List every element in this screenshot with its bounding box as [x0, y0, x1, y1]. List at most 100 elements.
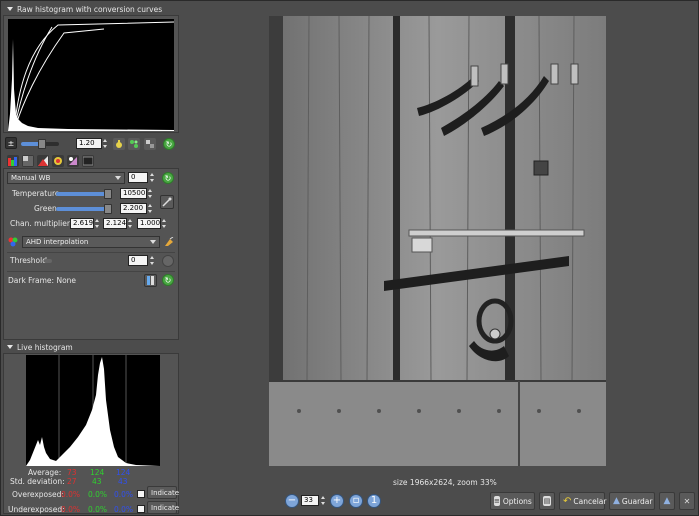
multiplier-green-input[interactable]: 2.124: [103, 218, 127, 229]
threshold-spin-arrows[interactable]: [149, 255, 155, 266]
multiplier-red-input[interactable]: 2.619: [70, 218, 94, 229]
image-preview[interactable]: [269, 16, 606, 466]
exposure-icon: ±: [5, 137, 17, 149]
bottom-toolbar: − 33 + ▫ 1 ≡ Options ▤ ↶ Cancelar ▲ Guar…: [183, 490, 698, 514]
left-panel: Raw histogram with conversion curves ± 1…: [3, 3, 179, 514]
save-label: Guardar: [621, 496, 653, 506]
raw-histogram-panel: [3, 15, 179, 133]
std-green: 43: [92, 477, 102, 486]
zoom-out-icon[interactable]: −: [285, 494, 299, 508]
ufraw-window: Raw histogram with conversion curves ± 1…: [0, 0, 699, 516]
divider: [7, 252, 175, 253]
settings-panel: Manual WB 0 ↻ Temperature 10500 Green 2.…: [3, 168, 179, 340]
cancel-label: Cancelar: [573, 496, 607, 506]
zoom-100-icon[interactable]: 1: [367, 494, 381, 508]
live-histogram-header[interactable]: Live histogram: [3, 341, 179, 353]
wb-reset-icon[interactable]: ↻: [162, 172, 174, 184]
tab-corrections-icon[interactable]: [67, 155, 79, 167]
multiplier-blue-input[interactable]: 1.000: [137, 218, 161, 229]
tab-base-curve-icon[interactable]: [37, 155, 49, 167]
exposure-slider[interactable]: [21, 139, 59, 149]
save-button[interactable]: ▲ Guardar: [609, 492, 655, 510]
delete-icon: ✕: [683, 496, 691, 506]
save-as-button[interactable]: ▤: [539, 492, 555, 510]
tab-exif-icon[interactable]: [82, 155, 94, 167]
interpolation-label: AHD interpolation: [26, 238, 89, 246]
overexposed-indicate-checkbox[interactable]: [137, 490, 145, 498]
load-dark-frame-icon[interactable]: [144, 274, 157, 287]
delete-button[interactable]: ✕: [679, 492, 695, 510]
threshold-label: Threshold: [10, 256, 47, 265]
tab-wb-icon[interactable]: [7, 155, 19, 167]
floppy-icon: ▤: [543, 496, 551, 506]
save-icon: ▲: [613, 496, 620, 506]
raw-histogram-title: Raw histogram with conversion curves: [17, 4, 163, 14]
exposure-reset-icon[interactable]: ↻: [163, 138, 175, 150]
exposure-slider-knob[interactable]: [37, 139, 46, 149]
raw-histogram-header[interactable]: Raw histogram with conversion curves: [3, 3, 179, 15]
raw-histogram-graph: [8, 21, 175, 132]
average-blue: 124: [116, 468, 131, 477]
underexposed-indicate-button[interactable]: Indicate: [147, 501, 179, 514]
cancel-button[interactable]: ↶ Cancelar: [559, 492, 607, 510]
multiplier-red-arrows[interactable]: [94, 218, 100, 229]
multiplier-green-arrows[interactable]: [127, 218, 133, 229]
conversion-curve: [13, 21, 175, 132]
zoom-fit-icon[interactable]: ▫: [349, 494, 363, 508]
door-photo: [269, 16, 606, 466]
undo-arrow-icon: ↶: [563, 495, 572, 507]
options-button[interactable]: ≡ Options: [490, 492, 535, 510]
threshold-input[interactable]: 0: [128, 255, 148, 266]
temperature-input[interactable]: 10500: [120, 188, 147, 199]
tab-grayscale-icon[interactable]: [22, 155, 34, 167]
overexposed-green: 0.0%: [88, 490, 108, 499]
green-slider[interactable]: [56, 204, 113, 214]
underexposed-indicate-checkbox[interactable]: [137, 505, 145, 513]
temperature-spin-arrows[interactable]: [147, 188, 153, 199]
threshold-reset-icon[interactable]: [162, 255, 174, 267]
interpolation-icon: [7, 236, 19, 248]
raw-histogram-canvas: [8, 19, 175, 132]
average-red: 73: [67, 468, 77, 477]
threshold-slider[interactable]: [44, 259, 52, 263]
dark-frame-reset-icon[interactable]: ↻: [162, 274, 174, 286]
temperature-slider[interactable]: [56, 189, 113, 199]
zoom-spin-arrows[interactable]: [320, 495, 326, 506]
green-spin-arrows[interactable]: [147, 203, 153, 214]
spot-wb-picker-icon[interactable]: [160, 195, 174, 209]
tab-color-mgmt-icon[interactable]: [52, 155, 64, 167]
live-histogram-graph: [26, 355, 160, 466]
options-icon: ≡: [494, 496, 500, 506]
restore-details-icon[interactable]: [128, 138, 140, 150]
wb-mode-select[interactable]: Manual WB: [7, 172, 125, 184]
zoom-in-icon[interactable]: +: [330, 494, 344, 508]
clip-highlights-icon[interactable]: [144, 138, 156, 150]
wb-fine-tune-arrows[interactable]: [149, 172, 155, 183]
conversion-curve: [13, 26, 53, 132]
exposure-spin-arrows[interactable]: [102, 138, 108, 149]
overexposed-indicate-button[interactable]: Indicate: [147, 486, 179, 499]
exposure-input[interactable]: 1.20: [76, 138, 102, 149]
smoothing-icon[interactable]: [163, 236, 175, 248]
overexposed-red: 0.0%: [61, 490, 81, 499]
green-input[interactable]: 2.200: [120, 203, 147, 214]
gimp-send-button[interactable]: ▲: [659, 492, 675, 510]
std-red: 27: [67, 477, 77, 486]
auto-exposure-icon[interactable]: [113, 138, 125, 150]
green-slider-fill: [56, 207, 109, 211]
wb-fine-tune-input[interactable]: 0: [128, 172, 148, 183]
live-histogram-title: Live histogram: [17, 342, 73, 352]
raw-histogram-bars: [8, 39, 174, 131]
multiplier-blue-arrows[interactable]: [161, 218, 167, 229]
temperature-slider-knob[interactable]: [104, 189, 113, 199]
live-histogram-panel: Average: 73 124 124 Std. deviation: 27 4…: [3, 353, 179, 514]
underexposed-green: 0.0%: [88, 505, 108, 514]
temperature-label: Temperature: [12, 189, 60, 198]
overexposed-label: Overexposed:: [12, 490, 64, 499]
interpolation-select[interactable]: AHD interpolation: [22, 236, 160, 248]
std-deviation-label: Std. deviation:: [10, 477, 65, 486]
settings-tabs: [7, 155, 94, 167]
zoom-input[interactable]: 33: [301, 495, 319, 506]
std-blue: 43: [118, 477, 128, 486]
green-slider-knob[interactable]: [104, 204, 113, 214]
